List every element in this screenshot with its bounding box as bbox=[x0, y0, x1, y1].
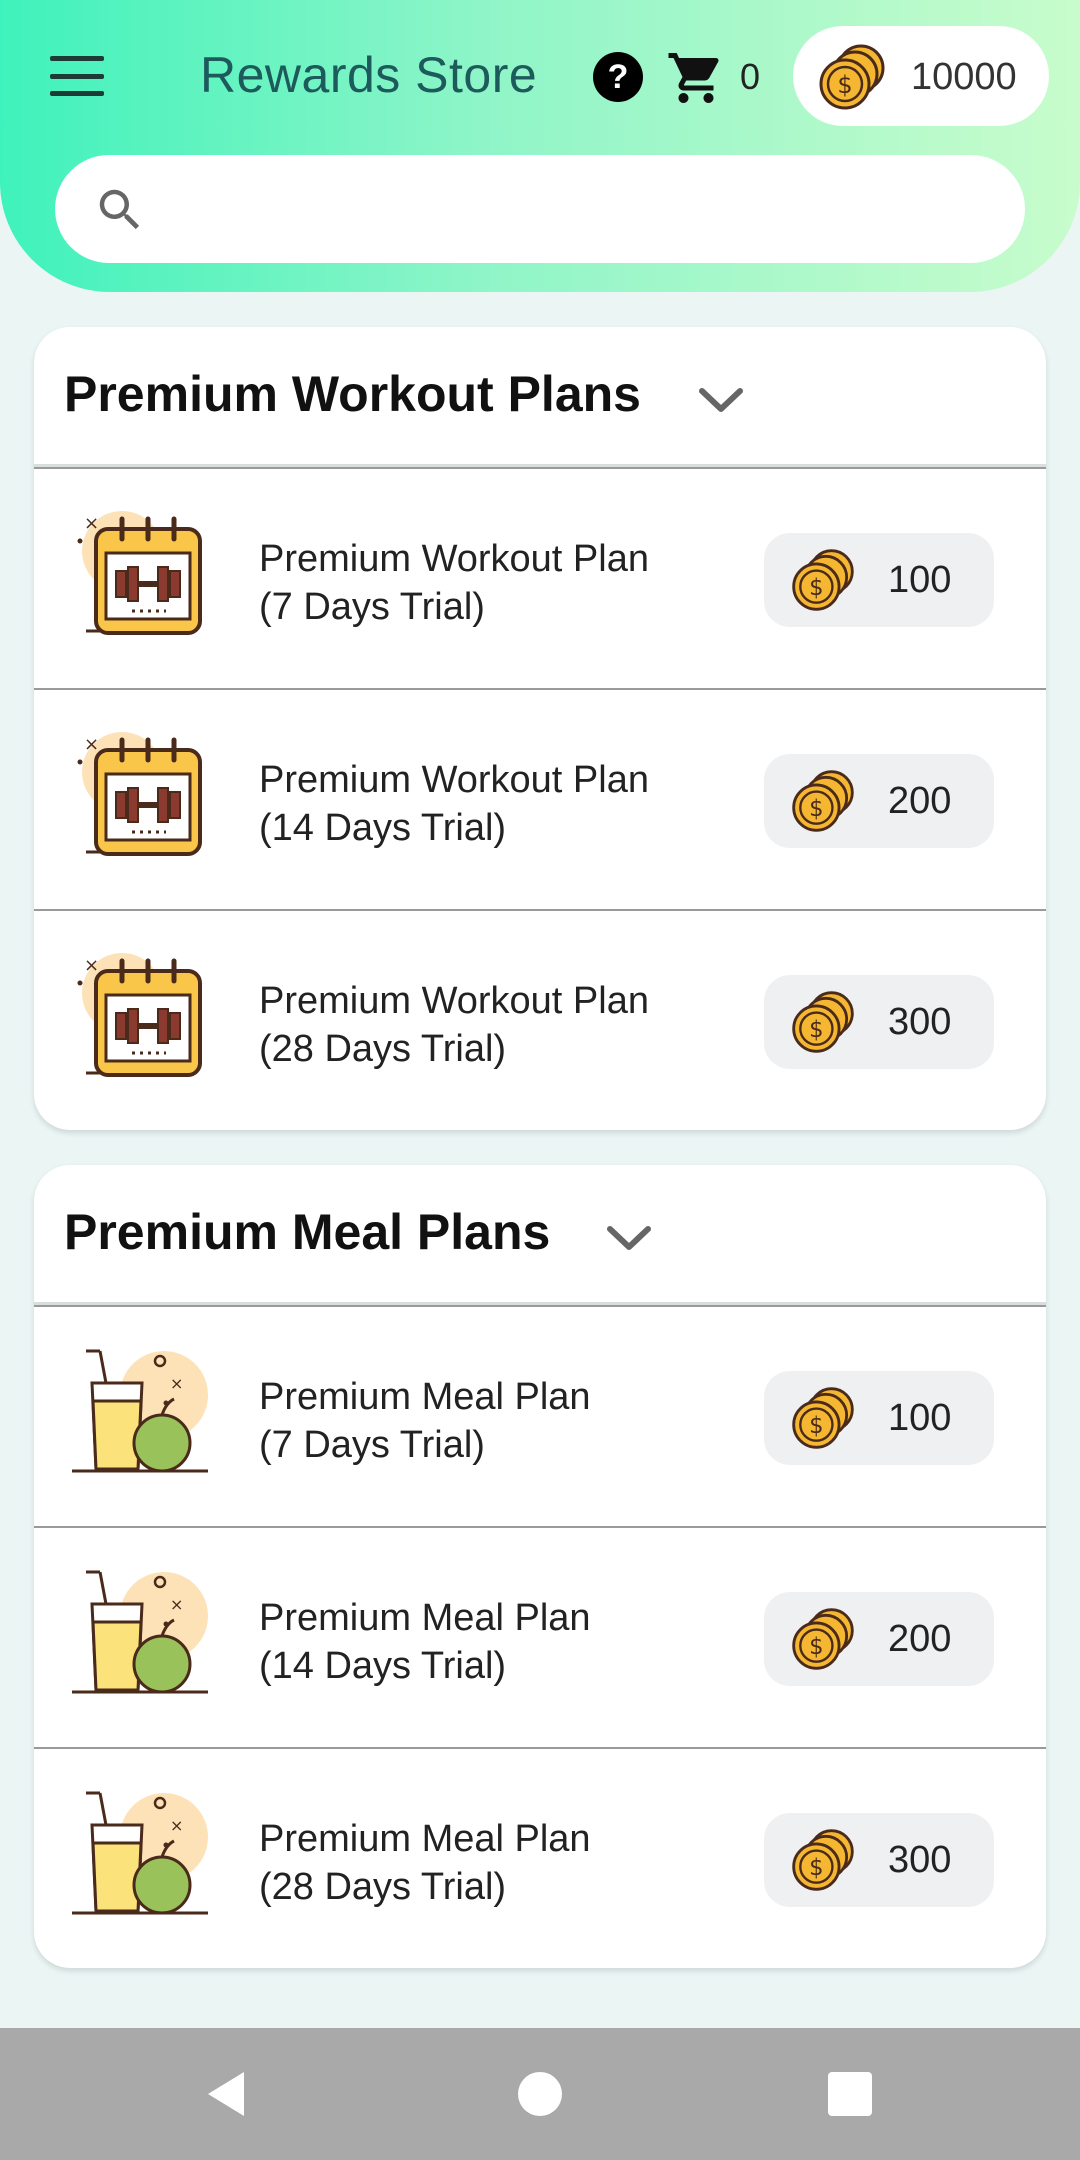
coin-balance-badge[interactable]: 10000 bbox=[793, 26, 1049, 126]
menu-icon[interactable] bbox=[50, 56, 104, 96]
item-name: Premium Workout Plan (28 Days Trial) bbox=[259, 980, 649, 1070]
coins-icon bbox=[792, 991, 854, 1053]
back-icon[interactable] bbox=[200, 2066, 256, 2122]
price-button[interactable]: 300 bbox=[764, 975, 994, 1069]
list-item[interactable]: Premium Workout Plan (14 Days Trial) 200 bbox=[34, 688, 1046, 909]
list-item[interactable]: Premium Meal Plan (14 Days Trial) 200 bbox=[34, 1526, 1046, 1747]
list-item[interactable]: Premium Workout Plan (7 Days Trial) 100 bbox=[34, 467, 1046, 688]
section-header-workout[interactable]: Premium Workout Plans bbox=[34, 327, 1046, 467]
coins-icon bbox=[819, 44, 885, 110]
coins-icon bbox=[792, 770, 854, 832]
item-name: Premium Meal Plan (28 Days Trial) bbox=[259, 1818, 591, 1908]
list-item[interactable]: Premium Meal Plan (28 Days Trial) 300 bbox=[34, 1747, 1046, 1968]
price-label: 200 bbox=[888, 780, 952, 822]
recents-icon[interactable] bbox=[822, 2066, 878, 2122]
list-item[interactable]: Premium Workout Plan (28 Days Trial) 300 bbox=[34, 909, 1046, 1130]
price-button[interactable]: 100 bbox=[764, 533, 994, 627]
price-button[interactable]: 200 bbox=[764, 754, 994, 848]
coins-icon bbox=[792, 549, 854, 611]
list-item[interactable]: Premium Meal Plan (7 Days Trial) 100 bbox=[34, 1305, 1046, 1526]
section-title: Premium Meal Plans bbox=[64, 1204, 551, 1260]
item-name: Premium Meal Plan (14 Days Trial) bbox=[259, 1597, 591, 1687]
price-label: 100 bbox=[888, 559, 952, 601]
chevron-down-icon[interactable] bbox=[698, 385, 744, 415]
item-name: Premium Meal Plan (7 Days Trial) bbox=[259, 1376, 591, 1466]
help-icon[interactable]: ? bbox=[593, 52, 643, 102]
system-nav-bar bbox=[0, 2028, 1080, 2160]
search-bar[interactable] bbox=[55, 155, 1025, 263]
cart-count: 0 bbox=[740, 56, 761, 97]
meal-juice-apple-icon bbox=[72, 1349, 210, 1473]
cart-icon[interactable] bbox=[666, 48, 726, 108]
item-name: Premium Workout Plan (7 Days Trial) bbox=[259, 538, 649, 628]
workout-calendar-icon bbox=[72, 951, 212, 1091]
meal-juice-apple-icon bbox=[72, 1791, 210, 1915]
workout-calendar-icon bbox=[72, 509, 212, 649]
price-label: 200 bbox=[888, 1618, 952, 1660]
price-button[interactable]: 300 bbox=[764, 1813, 994, 1907]
section-meal-plans: Premium Meal Plans Premium Meal Plan (7 D… bbox=[34, 1165, 1046, 1968]
search-icon bbox=[99, 189, 140, 230]
coins-icon bbox=[792, 1608, 854, 1670]
price-button[interactable]: 100 bbox=[764, 1371, 994, 1465]
section-header-meal[interactable]: Premium Meal Plans bbox=[34, 1165, 1046, 1305]
section-title: Premium Workout Plans bbox=[64, 366, 641, 422]
page-title: Rewards Store bbox=[200, 47, 538, 103]
price-label: 300 bbox=[888, 1839, 952, 1881]
chevron-down-icon[interactable] bbox=[606, 1223, 652, 1253]
workout-calendar-icon bbox=[72, 730, 212, 870]
meal-juice-apple-icon bbox=[72, 1570, 210, 1694]
section-workout-plans: Premium Workout Plans Premium Workout Pl… bbox=[34, 327, 1046, 1130]
coins-icon bbox=[792, 1387, 854, 1449]
header-bar: Rewards Store ? 0 10000 bbox=[0, 0, 1080, 292]
item-name: Premium Workout Plan (14 Days Trial) bbox=[259, 759, 649, 849]
home-icon[interactable] bbox=[512, 2066, 568, 2122]
price-button[interactable]: 200 bbox=[764, 1592, 994, 1686]
price-label: 100 bbox=[888, 1397, 952, 1439]
price-label: 300 bbox=[888, 1001, 952, 1043]
coins-icon bbox=[792, 1829, 854, 1891]
search-input[interactable] bbox=[165, 175, 995, 243]
coin-balance: 10000 bbox=[911, 56, 1017, 98]
